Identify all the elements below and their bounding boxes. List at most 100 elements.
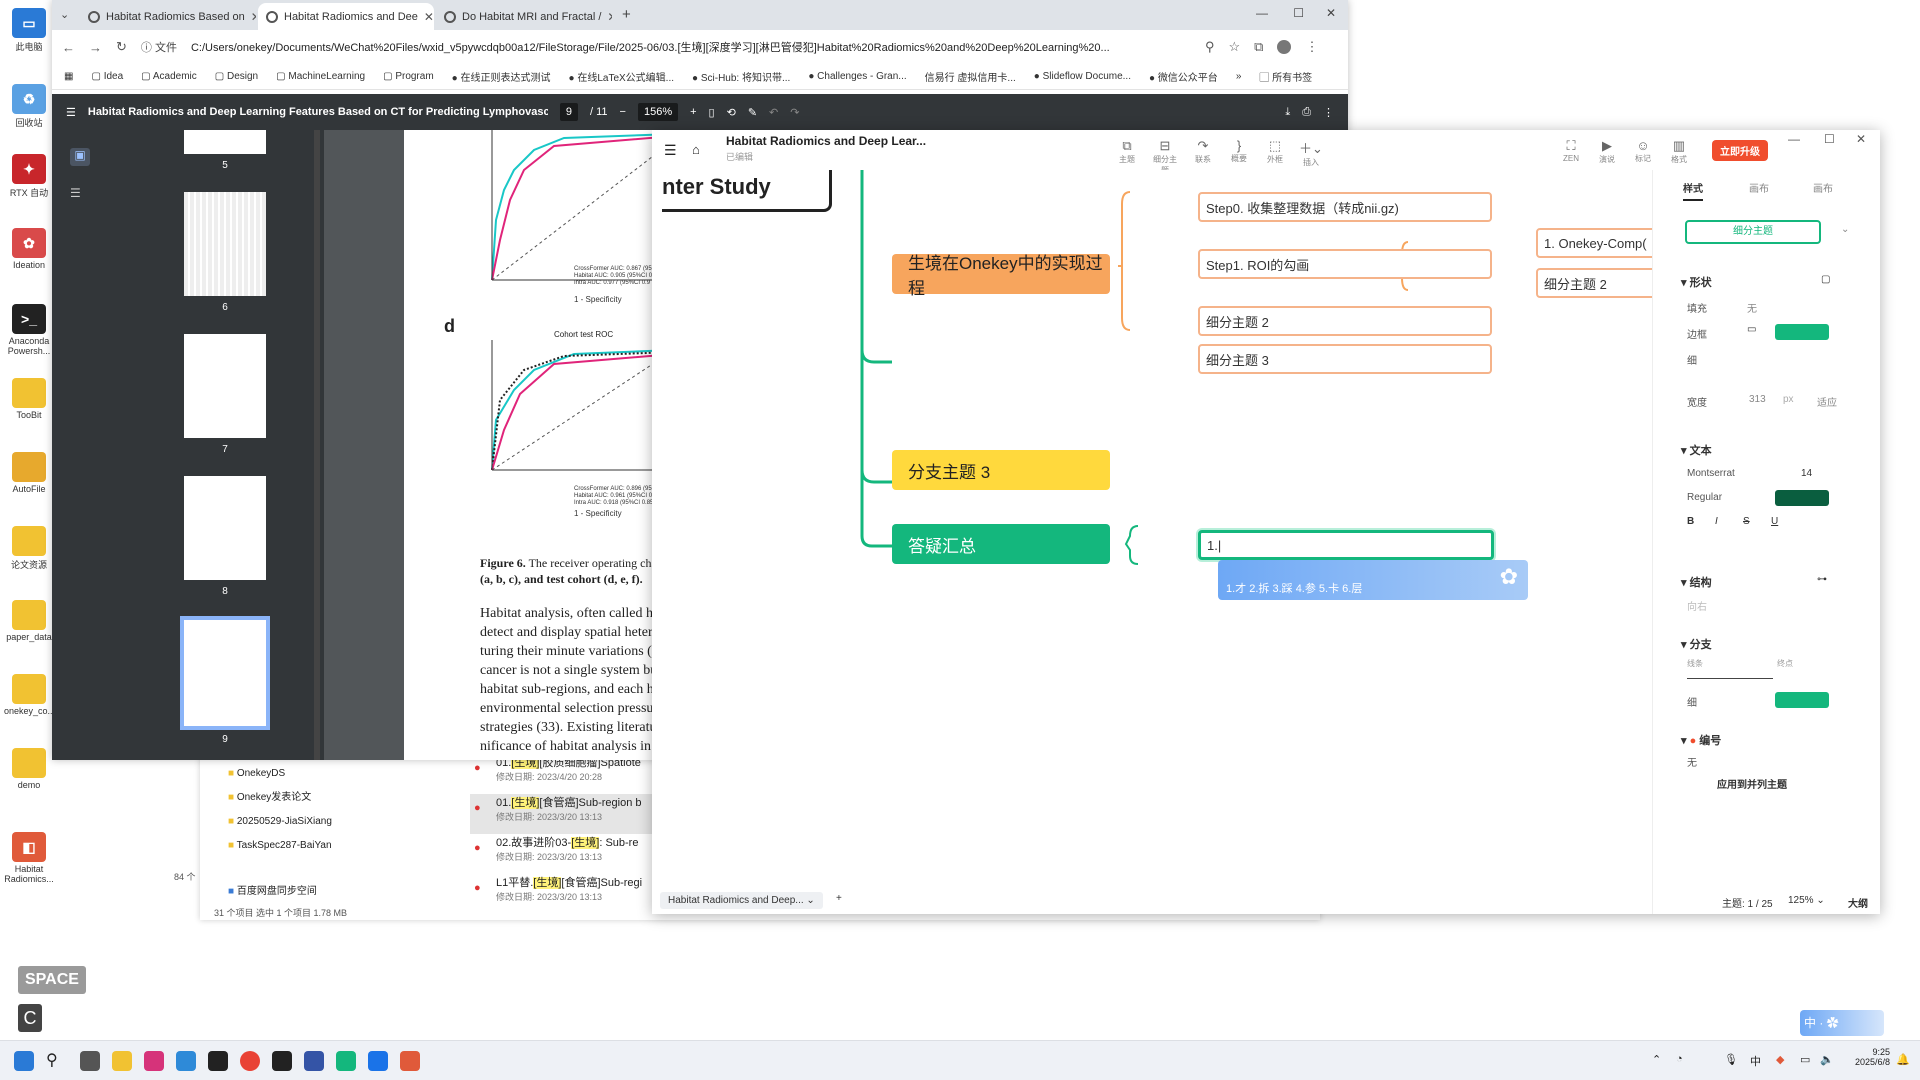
bookmark-item[interactable]: ▢ Program	[383, 71, 434, 82]
close-icon[interactable]: ✕	[251, 10, 256, 24]
notification-icon[interactable]: 🔔	[1896, 1053, 1910, 1066]
desktop-icon-ideation[interactable]: ✿ Ideation	[4, 228, 54, 270]
pdf-more-icon[interactable]: ⋮	[1323, 106, 1334, 119]
desktop-icon-rtx[interactable]: ✦ RTX 自动	[4, 154, 54, 199]
tray-chevron-icon[interactable]: ⌃	[1652, 1053, 1661, 1066]
close-icon[interactable]: ✕	[607, 10, 612, 24]
extensions-icon[interactable]: ⧉	[1254, 39, 1263, 55]
close-icon[interactable]: ✕	[1856, 132, 1866, 146]
section-numbering[interactable]: ▾ ● 编号	[1681, 732, 1721, 748]
bookmark-item[interactable]: ● 在线正则表达式测试	[452, 69, 551, 84]
reload-icon[interactable]: ↻	[116, 39, 127, 55]
shape-icon[interactable]: ▢	[1821, 274, 1830, 285]
bold-icon[interactable]: B	[1687, 516, 1694, 527]
rotate-icon[interactable]: ⟲	[727, 106, 736, 119]
all-bookmarks[interactable]: ▢ 所有书签	[1259, 69, 1312, 84]
branch-topic-3[interactable]: 分支主题 3	[892, 450, 1110, 490]
app-icon[interactable]	[272, 1051, 292, 1071]
border-thickness[interactable]: 细	[1687, 352, 1697, 367]
desktop-icon-this-pc[interactable]: ▭ 此电脑	[4, 8, 54, 53]
tab-canvas[interactable]: 画布	[1749, 180, 1769, 195]
desktop-icon-paper-data[interactable]: paper_data	[4, 600, 54, 642]
forward-icon[interactable]: →	[89, 40, 102, 55]
home-icon[interactable]: ⌂	[692, 142, 700, 157]
toolbar-zen[interactable]: ⛶ ZEN	[1556, 138, 1586, 163]
zoom-icon[interactable]: ⚲	[1205, 39, 1215, 55]
draw-icon[interactable]: ✎	[748, 106, 757, 119]
toolbar-relationship[interactable]: ↷ 联系	[1188, 138, 1218, 165]
fit-page-icon[interactable]: ▯	[709, 106, 715, 119]
width-value[interactable]: 313	[1749, 394, 1766, 405]
toolbar-format[interactable]: ▥ 格式	[1664, 138, 1694, 165]
network-icon[interactable]: ▭	[1800, 1053, 1810, 1066]
search-icon[interactable]: ⚲	[46, 1050, 58, 1070]
bookmark-item[interactable]: 信易行 虚拟信用卡...	[925, 69, 1016, 84]
bookmark-item[interactable]: ▢ Idea	[91, 71, 123, 82]
maximize-icon[interactable]: ☐	[1824, 132, 1835, 146]
back-icon[interactable]: ←	[62, 40, 75, 55]
branch-topic-onekey[interactable]: 生境在Onekey中的实现过程	[892, 254, 1110, 298]
pdf-menu-icon[interactable]: ☰	[66, 106, 76, 119]
outline-icon[interactable]: ☰	[70, 186, 81, 200]
new-tab-button[interactable]: +	[622, 6, 631, 23]
desktop-icon-habitat-file[interactable]: ◧ Habitat Radiomics...	[4, 832, 54, 884]
ime-candidate-bar[interactable]: 1.才 2.拆 3.踩 4.参 5.卡 6.层 ✿	[1218, 560, 1528, 600]
subsubtopic-onekey-comp[interactable]: 1. Onekey-Comp(	[1536, 228, 1652, 258]
zoom-in-icon[interactable]: +	[690, 106, 696, 118]
fill-select[interactable]: 无	[1747, 300, 1757, 315]
terminal-icon[interactable]	[208, 1051, 228, 1071]
tray-app-icon[interactable]: ◆	[1776, 1053, 1784, 1066]
minimize-icon[interactable]: —	[1256, 6, 1268, 20]
border-color-swatch[interactable]	[1775, 324, 1829, 340]
branch-topic-qa[interactable]: 答疑汇总	[892, 524, 1110, 564]
folder-item[interactable]: ■ Onekey发表论文	[228, 786, 408, 810]
app-icon[interactable]	[368, 1051, 388, 1071]
desktop-icon-autofile[interactable]: AutoFile	[4, 452, 54, 494]
desktop-icon-toobit[interactable]: TooBit	[4, 378, 54, 420]
thumbnail-page-9-selected[interactable]	[180, 616, 270, 730]
qa-editing-topic[interactable]: 1.|	[1198, 530, 1494, 560]
thumbnail-page-6[interactable]	[184, 192, 266, 296]
bookmark-item[interactable]: ● 微信公众平台	[1149, 69, 1218, 84]
close-icon[interactable]: ✕	[424, 10, 434, 24]
font-select[interactable]: Montserrat	[1687, 468, 1735, 479]
undo-icon[interactable]: ↶	[769, 106, 778, 119]
toolbar-boundary[interactable]: ⬚ 外框	[1260, 138, 1290, 165]
close-window-icon[interactable]: ✕	[1326, 6, 1336, 20]
font-weight-select[interactable]: Regular	[1687, 492, 1722, 503]
ime-status-widget[interactable]: 中 · ✿	[1800, 1010, 1884, 1036]
chrome-icon[interactable]	[240, 1051, 260, 1071]
bookmark-item[interactable]: ● 在线LaTeX公式编辑...	[569, 69, 675, 84]
tab-habitat-deep[interactable]: Habitat Radiomics and Dee ✕	[258, 3, 434, 30]
apply-to-siblings-button[interactable]: 应用到并列主题	[1717, 776, 1787, 791]
bookmark-item[interactable]: ▢ Academic	[141, 71, 197, 82]
section-structure[interactable]: ▾ 结构	[1681, 574, 1712, 590]
subtopic-style-button[interactable]: 细分主题	[1685, 220, 1821, 244]
bookmark-item[interactable]: ▢ MachineLearning	[276, 71, 365, 82]
subtopic-step0[interactable]: Step0. 收集整理数据（转成nii.gz)	[1198, 192, 1492, 222]
task-view-icon[interactable]	[80, 1051, 100, 1071]
minimize-icon[interactable]: —	[1788, 132, 1800, 146]
zoom-out-icon[interactable]: −	[620, 106, 626, 118]
section-branch[interactable]: ▾ 分支	[1681, 636, 1712, 652]
toolbar-insert[interactable]: ＋⌄ 插入	[1296, 138, 1326, 168]
section-shape[interactable]: ▾ 形状	[1681, 274, 1712, 290]
subtopic-3[interactable]: 细分主题 3	[1198, 344, 1492, 374]
star-icon[interactable]: ☆	[1229, 39, 1241, 55]
folder-item[interactable]: ■ TaskSpec287-BaiYan	[228, 834, 408, 858]
tray-app-icon[interactable]: ◔	[1676, 1053, 1683, 1065]
desktop-icon-papers[interactable]: 论文资源	[4, 526, 54, 571]
numbering-select[interactable]: 无	[1687, 754, 1697, 769]
menu-icon[interactable]: ☰	[664, 142, 677, 159]
apps-icon[interactable]: ▦	[64, 71, 73, 82]
profile-avatar[interactable]	[1277, 40, 1292, 54]
url-field[interactable]: C:/Users/onekey/Documents/WeChat%20Files…	[191, 39, 1191, 55]
toolbar-summary[interactable]: } 概要	[1224, 138, 1254, 164]
start-button[interactable]	[14, 1051, 34, 1071]
redo-icon[interactable]: ↷	[790, 106, 799, 119]
thumbnail-page-5[interactable]	[184, 130, 266, 154]
sheet-tab[interactable]: Habitat Radiomics and Deep... ⌄	[660, 892, 823, 909]
wechat-icon[interactable]	[336, 1051, 356, 1071]
border-shape-icon[interactable]: ▭	[1747, 324, 1756, 335]
clock[interactable]: 9:25 2025/6/8	[1850, 1047, 1890, 1067]
